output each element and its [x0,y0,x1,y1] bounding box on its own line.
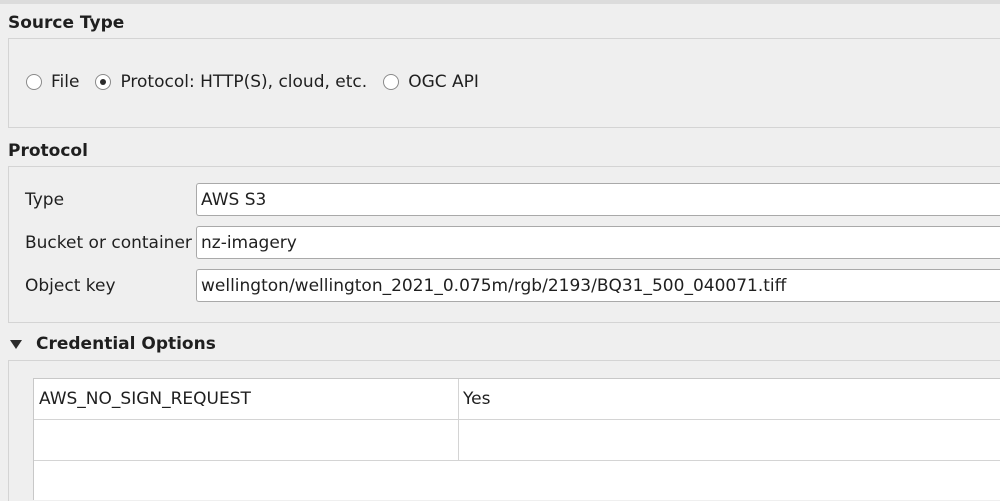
bucket-label: Bucket or container [25,233,192,253]
object-key-label: Object key [25,276,116,296]
radio-ogc-api-label[interactable]: OGC API [408,72,479,92]
table-row-divider [34,460,1000,461]
type-combobox[interactable]: AWS S3 [196,183,1000,216]
credential-options-table[interactable]: AWS_NO_SIGN_REQUEST Yes [33,378,1000,500]
bucket-input[interactable]: nz-imagery [196,226,1000,259]
type-label: Type [25,190,65,210]
table-cell-key[interactable]: AWS_NO_SIGN_REQUEST [34,379,458,419]
radio-protocol[interactable] [95,74,112,90]
radio-ogc-api[interactable] [383,74,400,90]
credential-options-toggle[interactable]: Credential Options [10,334,216,354]
radio-protocol-label[interactable]: Protocol: HTTP(S), cloud, etc. [120,72,367,92]
source-type-group: File Protocol: HTTP(S), cloud, etc. OGC … [8,38,1000,128]
protocol-title: Protocol [8,141,88,161]
top-strip [0,0,1000,4]
table-row-divider [34,419,1000,420]
table-cell-value[interactable] [458,420,1000,460]
radio-file-label[interactable]: File [51,72,79,92]
object-key-input[interactable]: wellington/wellington_2021_0.075m/rgb/21… [196,269,1000,302]
source-type-radio-row: File Protocol: HTTP(S), cloud, etc. OGC … [26,72,495,92]
table-cell-value[interactable]: Yes [458,379,1000,419]
radio-file[interactable] [26,74,42,90]
collapse-triangle-icon[interactable] [10,339,22,349]
table-cell-key[interactable] [34,420,458,460]
source-type-title: Source Type [8,13,125,33]
credential-options-title: Credential Options [36,334,216,354]
